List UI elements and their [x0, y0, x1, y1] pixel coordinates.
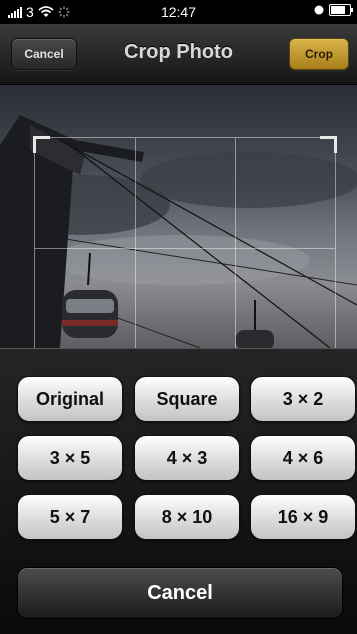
ratio-4x6-button[interactable]: 4 × 6 [250, 435, 356, 481]
crop-grid-line [234, 138, 236, 348]
aspect-ratio-sheet: Original Square 3 × 2 3 × 5 4 × 3 4 × 6 … [0, 348, 357, 634]
status-bar: 3 12:47 [0, 0, 357, 24]
location-icon [314, 5, 324, 15]
crop-frame[interactable] [33, 136, 337, 348]
crop-button[interactable]: Crop [289, 38, 349, 70]
ratio-4x3-button[interactable]: 4 × 3 [134, 435, 240, 481]
ratio-3x2-button[interactable]: 3 × 2 [250, 376, 356, 422]
ratio-3x5-button[interactable]: 3 × 5 [17, 435, 123, 481]
nav-bar: Cancel Crop Photo Crop [0, 24, 357, 85]
crop-handle-top-left[interactable] [33, 136, 50, 153]
sheet-cancel-button[interactable]: Cancel [17, 567, 343, 619]
ratio-original-button[interactable]: Original [17, 376, 123, 422]
status-right-group [314, 4, 353, 16]
status-time: 12:47 [160, 4, 197, 20]
crop-handle-top-right[interactable] [320, 136, 337, 153]
ratio-5x7-button[interactable]: 5 × 7 [17, 494, 123, 540]
ratio-square-button[interactable]: Square [134, 376, 240, 422]
photo-canvas[interactable] [0, 85, 357, 348]
ratio-16x9-button[interactable]: 16 × 9 [250, 494, 356, 540]
battery-icon [329, 4, 353, 16]
crop-grid-line [35, 248, 335, 249]
ratio-8x10-button[interactable]: 8 × 10 [134, 494, 240, 540]
crop-grid-line [134, 138, 136, 348]
